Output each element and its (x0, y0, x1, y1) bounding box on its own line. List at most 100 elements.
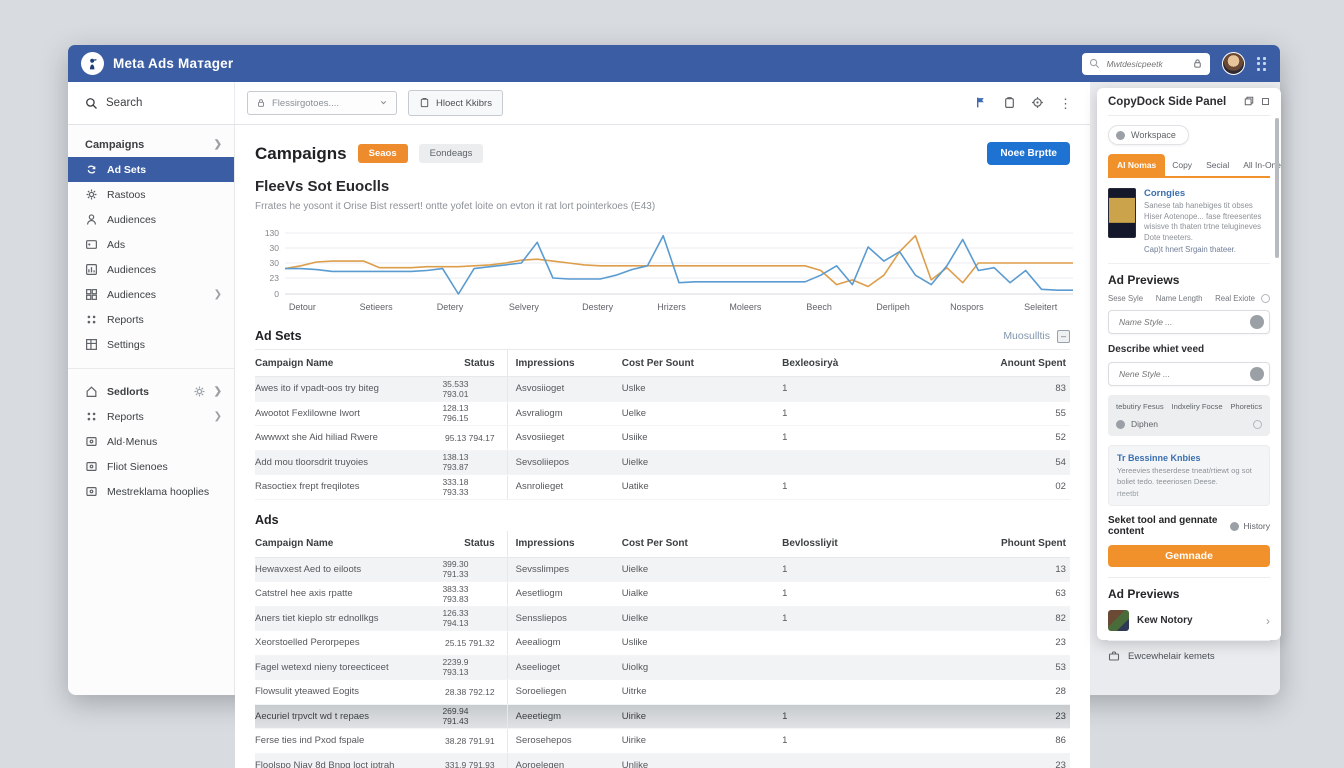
input-action-button[interactable] (1250, 367, 1264, 381)
toolbar: Search Flessirgotoes.... Hloect Kkibrs ⋮ (68, 82, 1090, 125)
sidebar-secondary-item-ald-menus[interactable]: Ald·Menus (68, 429, 234, 454)
sidebar-secondary-item-reports[interactable]: Reports❯ (68, 404, 234, 429)
column-header[interactable]: Bevlossliyit (752, 531, 907, 557)
table-row[interactable]: Add mou tloorsdrit truyoies138.13 793.87… (255, 451, 1070, 476)
column-header[interactable]: Impressions (508, 350, 622, 376)
global-search-box[interactable] (1082, 53, 1210, 75)
more-options-icon[interactable]: ⋮ (1059, 97, 1072, 110)
column-header[interactable]: Campaign Name (255, 350, 442, 376)
focus-tab-label[interactable]: Indxeliry Focse (1171, 402, 1222, 411)
table-row[interactable]: Aecuriel trpvclt wd t repaes269.94 791.4… (255, 705, 1070, 730)
gear-badge-icon[interactable]: ❯ (193, 385, 222, 398)
sidebar-secondary-item-mestreklama-hooplies[interactable]: Mestreklama hooplies (68, 479, 234, 504)
sidebar-item-audiences[interactable]: Audiences (68, 207, 234, 232)
column-header[interactable]: Status (442, 531, 507, 557)
column-header[interactable]: Impressions (508, 531, 622, 557)
column-header[interactable]: Campaign Name (255, 531, 442, 557)
describe-input[interactable] (1117, 368, 1250, 380)
maximize-window-icon[interactable] (1261, 93, 1270, 111)
panel-tab-copy[interactable]: Copy (1165, 155, 1199, 175)
table-row[interactable]: Awootot Fexlilowne Iwort128.13 796.15Asv… (255, 402, 1070, 427)
flag-icon[interactable] (975, 94, 988, 112)
filter-dropdown[interactable]: Flessirgotoes.... (247, 91, 397, 115)
sidebar-search[interactable]: Search (68, 82, 235, 124)
badge-primary[interactable]: Seaos (358, 144, 408, 163)
adsets-table: Campaign NameStatusImpressionsCost Per S… (255, 350, 1070, 500)
table-cell: Aoroelegen (508, 754, 622, 768)
table-cell: Asvraliogm (508, 402, 622, 426)
table-header-row: Campaign NameStatusImpressionsCost Per S… (255, 531, 1070, 558)
restore-window-icon[interactable] (1244, 93, 1254, 111)
focus-tab-label[interactable]: tebutiry Fesus (1116, 402, 1164, 411)
sidebar-item-ads[interactable]: Ads (68, 232, 234, 257)
sidebar-item-rastoos[interactable]: Rastoos (68, 182, 234, 207)
sidebar-item-audiences[interactable]: Audiences❯ (68, 282, 234, 307)
sidebar-item-audiences[interactable]: Audiences (68, 257, 234, 282)
collapse-icon[interactable]: – (1057, 330, 1070, 343)
radio-icon[interactable] (1253, 420, 1262, 429)
clipboard-icon[interactable] (1003, 94, 1016, 112)
card-title-link[interactable]: Corngies (1144, 188, 1270, 199)
sidebar-item-label: Audiences (107, 264, 156, 276)
table-cell: Uatike (622, 475, 752, 499)
table-row[interactable]: Xeorstoelled Perorpepes25.15 791.32Aeeal… (255, 631, 1070, 656)
column-header[interactable]: Phount Spent (907, 531, 1070, 557)
tip-title-link[interactable]: Tr Bessinne Knbies (1117, 453, 1261, 463)
table-row[interactable]: Awwwxt she Aid hiliad Rwere95.13 794.17A… (255, 426, 1070, 451)
table-row[interactable]: Aners tiet kieplo str ednollkgs126.33 79… (255, 607, 1070, 632)
panel-tab-ai-nomas[interactable]: AI Nomas (1108, 154, 1165, 176)
history-control[interactable]: History (1230, 521, 1270, 531)
focus-option[interactable]: Diphen (1116, 419, 1262, 429)
sidebar-secondary-item-sedlorts[interactable]: Sedlorts❯ (68, 379, 234, 404)
workspace-pill[interactable]: Workspace (1108, 125, 1189, 145)
sidebar-item-reports[interactable]: Reports (68, 307, 234, 332)
input-action-button[interactable] (1250, 315, 1264, 329)
bottom-list-item[interactable]: Ewcewhelair kemets (1108, 650, 1270, 662)
create-button[interactable]: Noee Brptte (987, 142, 1070, 165)
describe-field[interactable] (1108, 362, 1270, 386)
adsets-action[interactable]: Muosulltis – (1003, 330, 1070, 343)
status-dot (1116, 131, 1125, 140)
user-avatar[interactable] (1222, 52, 1245, 75)
badge-secondary[interactable]: Eondeags (419, 144, 484, 163)
column-header[interactable]: Anount Spent (907, 350, 1070, 376)
column-header[interactable]: Cost Per Sont (622, 531, 752, 557)
info-circle-icon[interactable] (1261, 294, 1270, 303)
table-row[interactable]: Awes ito if vpadt-oos try biteg35.533 79… (255, 377, 1070, 402)
preview-item-label: Kew Notory (1137, 615, 1193, 626)
sidebar-item-campaigns[interactable]: Campaigns❯ (68, 132, 234, 157)
table-cell: 1 (752, 729, 907, 753)
panel-tab-all-in-one[interactable]: All In-One (1236, 155, 1288, 175)
filter-button[interactable]: Hloect Kkibrs (408, 90, 503, 116)
table-row[interactable]: Flowsulit yteawed Eogits28.38 792.12Soro… (255, 680, 1070, 705)
table-row[interactable]: Rasoctiex frept freqilotes333.18 793.33A… (255, 475, 1070, 500)
panel-tab-secial[interactable]: Secial (1199, 155, 1236, 175)
table-row[interactable]: Fagel wetexd nieny toreecticeet2239.9 79… (255, 656, 1070, 681)
generate-button[interactable]: Gemnade (1108, 545, 1270, 567)
page-title: Campaigns (255, 144, 347, 164)
sidebar-item-ad-sets[interactable]: Ad Sets (68, 157, 234, 182)
global-search-input[interactable] (1105, 58, 1187, 70)
table-row[interactable]: Catstrel hee axis rpatte383.33 793.83Aes… (255, 582, 1070, 607)
preview-list-item[interactable]: Kew Notory › (1108, 610, 1270, 641)
table-cell: 1 (752, 475, 907, 499)
focus-tab-label[interactable]: Phoretics (1230, 402, 1262, 411)
column-header[interactable]: Bexleosiryà (752, 350, 907, 376)
settings-target-icon[interactable] (1031, 94, 1044, 112)
sidebar-item-settings[interactable]: Settings (68, 332, 234, 357)
table-row[interactable]: Hewavxest Aed to eiloots399.30 791.33Sev… (255, 558, 1070, 583)
table-cell: 138.13 793.87 (442, 451, 507, 475)
table-cell: Uelke (622, 402, 752, 426)
column-header[interactable]: Cost Per Sount (622, 350, 752, 376)
sidebar-secondary-item-fliot-sienoes[interactable]: Fliot Sienoes (68, 454, 234, 479)
panel-scrollbar[interactable] (1275, 118, 1279, 258)
table-row[interactable]: Ferse ties ind Pxod fspale38.28 791.91Se… (255, 729, 1070, 754)
name-style-field[interactable] (1108, 310, 1270, 334)
name-style-input[interactable] (1117, 316, 1250, 328)
dots-icon (85, 410, 98, 423)
column-header[interactable]: Status (442, 350, 507, 376)
table-row[interactable]: Floolspo Niay 8d Bnpg loct jptrah331.9 7… (255, 754, 1070, 768)
table-cell: 13 (907, 558, 1070, 582)
apps-grid-icon[interactable] (1257, 57, 1268, 71)
x-axis-label: Beech (806, 302, 832, 312)
